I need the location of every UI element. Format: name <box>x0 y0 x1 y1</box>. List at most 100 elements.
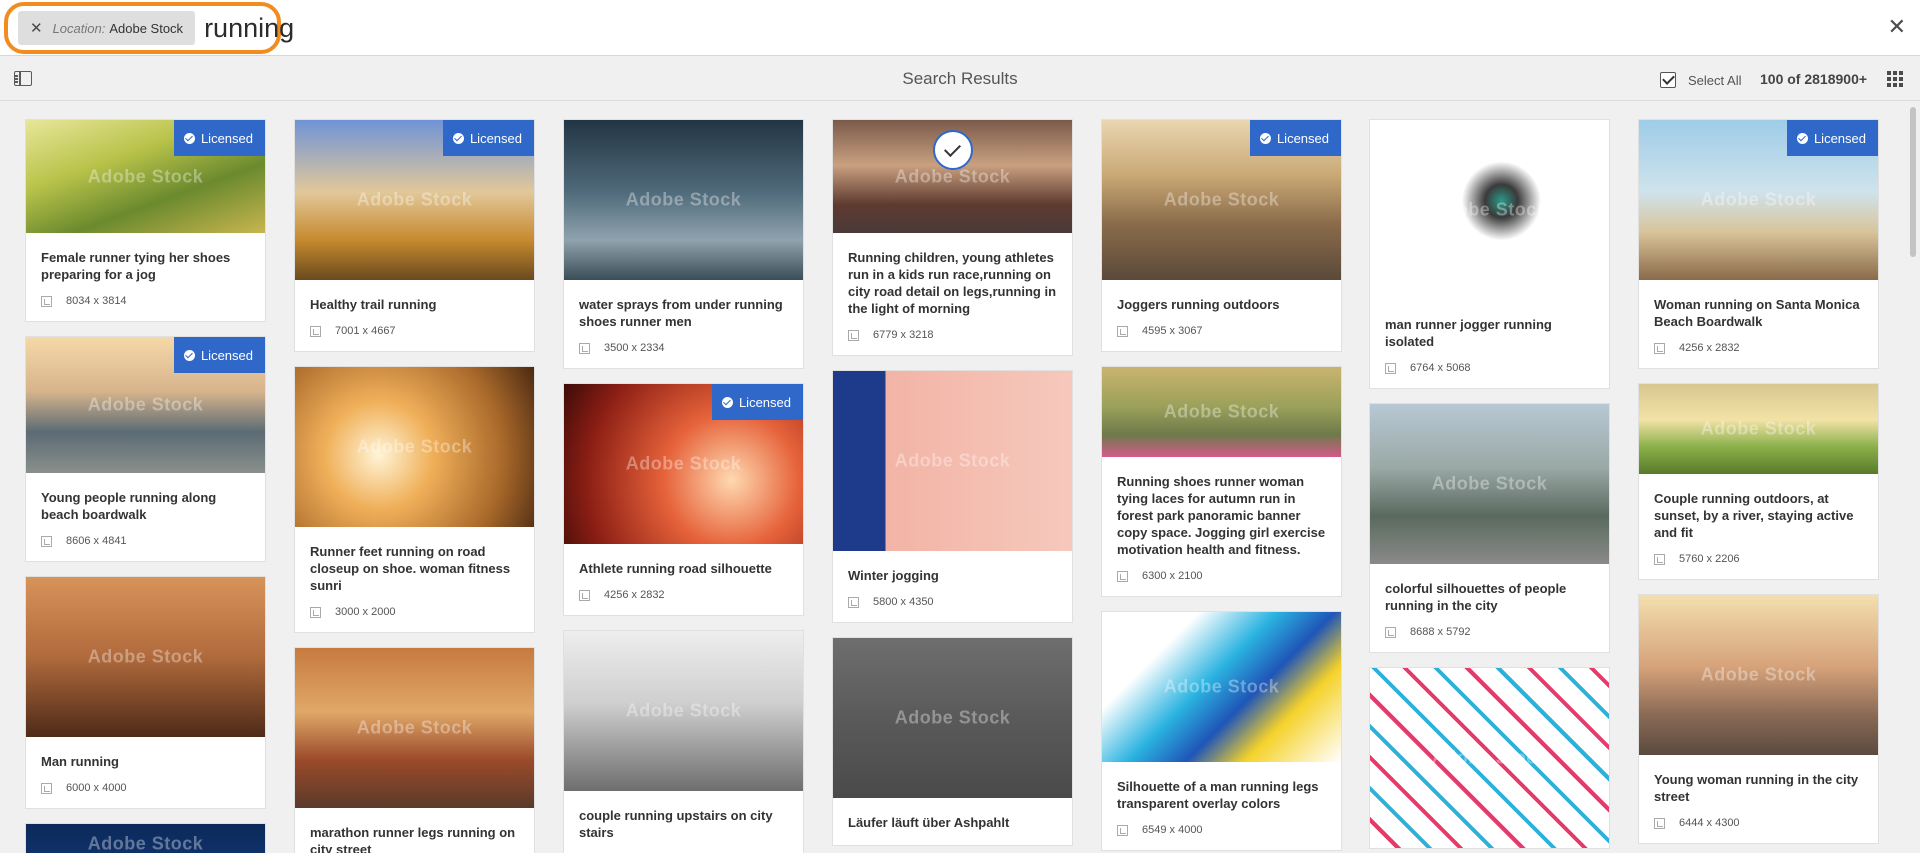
asset-thumbnail[interactable]: Adobe Stock <box>1639 595 1878 755</box>
asset-title[interactable]: Young woman running in the city street <box>1654 771 1863 805</box>
scrollbar[interactable] <box>1906 101 1920 853</box>
dimensions-icon <box>1654 342 1665 354</box>
asset-meta: Woman running on Santa Monica Beach Boar… <box>1639 280 1878 368</box>
dimensions-icon <box>41 782 52 794</box>
asset-thumbnail[interactable]: Adobe Stock <box>1639 384 1878 474</box>
watermark: Adobe Stock <box>1163 401 1280 422</box>
asset-meta: Young woman running in the city street 64… <box>1639 755 1878 843</box>
asset-title[interactable]: colorful silhouettes of people running i… <box>1385 580 1594 614</box>
asset-card[interactable]: Adobe Stock Licensed Athlete running road … <box>563 383 804 616</box>
asset-thumbnail[interactable]: Adobe Stock <box>1370 404 1609 564</box>
asset-title[interactable]: Healthy trail running <box>310 296 519 313</box>
asset-card[interactable]: Adobe Stock Silhouette of a man running l… <box>1101 611 1342 851</box>
asset-thumbnail[interactable]: Adobe Stock Licensed <box>295 120 534 280</box>
remove-filter-icon[interactable]: ✕ <box>30 19 43 37</box>
asset-thumbnail[interactable]: Adobe Stock Licensed <box>1102 120 1341 280</box>
asset-dimensions: 6000 x 4000 <box>41 782 250 794</box>
selected-checkmark-icon[interactable] <box>932 130 973 170</box>
asset-thumbnail[interactable]: Adobe Stock <box>564 120 803 280</box>
asset-thumbnail[interactable]: Adobe Stock <box>833 120 1072 233</box>
dimensions-value: 8034 x 3814 <box>66 295 127 307</box>
asset-thumbnail[interactable]: Adobe Stock Licensed <box>564 384 803 544</box>
asset-dimensions: 3500 x 2334 <box>579 342 788 354</box>
asset-title[interactable]: Runner feet running on road closeup on s… <box>310 543 519 594</box>
licensed-badge: Licensed <box>1786 120 1878 156</box>
asset-thumbnail[interactable]: Adobe Stock <box>564 631 803 791</box>
asset-title[interactable]: Couple running outdoors, at sunset, by a… <box>1654 490 1863 541</box>
asset-card[interactable]: Adobe Stock man runner jogger running iso… <box>1369 119 1610 389</box>
asset-title[interactable]: couple running upstairs on city stairs <box>579 807 788 841</box>
watermark: Adobe Stock <box>894 450 1011 471</box>
asset-card[interactable]: Adobe Stock Man running 6000 x 4000 <box>25 576 266 809</box>
asset-card[interactable]: Adobe Stock Running children, young athle… <box>832 119 1073 356</box>
asset-card[interactable]: Adobe Stock Läufer läuft über Ashpahlt <box>832 637 1073 846</box>
asset-title[interactable]: Young people running along beach boardwa… <box>41 489 250 523</box>
asset-card[interactable]: Adobe Stock couple running upstairs on ci… <box>563 630 804 853</box>
asset-meta: Runner feet running on road closeup on s… <box>295 527 534 632</box>
view-switcher-grid-icon[interactable] <box>1887 71 1903 87</box>
location-filter-tag[interactable]: ✕ Location: Adobe Stock <box>18 11 196 45</box>
asset-thumbnail[interactable]: Adobe Stock <box>295 648 534 808</box>
asset-thumbnail[interactable]: Adobe Stock <box>1102 367 1341 457</box>
scrollbar-thumb[interactable] <box>1910 107 1916 257</box>
asset-title[interactable]: Joggers running outdoors <box>1117 296 1326 313</box>
asset-card[interactable]: Adobe Stock Running shoes runner woman ty… <box>1101 366 1342 597</box>
asset-title[interactable]: Running shoes runner woman tying laces f… <box>1117 473 1326 558</box>
asset-title[interactable]: Silhouette of a man running legs transpa… <box>1117 778 1326 812</box>
dimensions-value: 5800 x 4350 <box>873 596 934 608</box>
asset-title[interactable]: Woman running on Santa Monica Beach Boar… <box>1654 296 1863 330</box>
asset-title[interactable]: Winter jogging <box>848 567 1057 584</box>
asset-thumbnail[interactable]: Adobe Stock Licensed <box>26 337 265 473</box>
asset-thumbnail[interactable]: Adobe Stock <box>1370 668 1609 848</box>
dimensions-value: 6779 x 3218 <box>873 329 934 341</box>
asset-title[interactable]: man runner jogger running isolated <box>1385 316 1594 350</box>
asset-card[interactable]: Adobe Stock Licensed Woman running on Sant… <box>1638 119 1879 369</box>
search-input[interactable]: running <box>204 13 294 44</box>
search-omnibar[interactable]: ✕ Location: Adobe Stock running <box>4 2 294 54</box>
asset-title[interactable]: Running children, young athletes run in … <box>848 249 1057 317</box>
asset-card[interactable]: Adobe Stock Winter jogging 5800 x 4350 <box>832 370 1073 623</box>
asset-card[interactable]: Adobe Stock <box>1369 667 1610 849</box>
dimensions-value: 6764 x 5068 <box>1410 362 1471 374</box>
asset-card[interactable]: Adobe Stock Licensed Healthy trail running… <box>294 119 535 352</box>
asset-title[interactable]: Female runner tying her shoes preparing … <box>41 249 250 283</box>
asset-title[interactable]: marathon runner legs running on city str… <box>310 824 519 853</box>
asset-thumbnail[interactable]: Adobe Stock <box>1102 612 1341 762</box>
asset-card[interactable]: Adobe Stock Runner feet running on road c… <box>294 366 535 633</box>
asset-card[interactable]: Adobe Stock Licensed Young people running … <box>25 336 266 562</box>
asset-thumbnail[interactable]: Adobe Stock <box>26 824 265 853</box>
asset-card[interactable]: Adobe Stock water sprays from under runni… <box>563 119 804 369</box>
asset-card[interactable]: Adobe Stock Licensed Female runner tying h… <box>25 119 266 322</box>
close-search-icon[interactable]: ✕ <box>1888 14 1906 40</box>
select-all-button[interactable]: Select All <box>1660 72 1741 88</box>
asset-thumbnail[interactable]: Adobe Stock <box>295 367 534 527</box>
asset-dimensions: 4256 x 2832 <box>1654 342 1863 354</box>
dimensions-icon <box>1385 362 1396 374</box>
select-all-checkbox-icon[interactable] <box>1660 72 1676 88</box>
asset-card[interactable]: Adobe Stock <box>25 823 266 853</box>
results-column: Adobe Stock Licensed Healthy trail running… <box>294 119 535 853</box>
asset-dimensions: 6300 x 2100 <box>1117 570 1326 582</box>
asset-thumbnail[interactable]: Adobe Stock <box>833 638 1072 798</box>
asset-title[interactable]: Man running <box>41 753 250 770</box>
asset-title[interactable]: Athlete running road silhouette <box>579 560 788 577</box>
results-column: Adobe Stock Running children, young athle… <box>832 119 1073 853</box>
asset-thumbnail[interactable]: Adobe Stock <box>833 371 1072 551</box>
asset-dimensions: 8034 x 3814 <box>41 295 250 307</box>
dimensions-icon <box>1117 824 1128 836</box>
dimensions-icon <box>579 342 590 354</box>
asset-card[interactable]: Adobe Stock Couple running outdoors, at s… <box>1638 383 1879 580</box>
asset-card[interactable]: Adobe Stock marathon runner legs running … <box>294 647 535 853</box>
asset-thumbnail[interactable]: Adobe Stock Licensed <box>1639 120 1878 280</box>
asset-card[interactable]: Adobe Stock colorful silhouettes of peopl… <box>1369 403 1610 653</box>
asset-meta: Female runner tying her shoes preparing … <box>26 233 265 321</box>
asset-card[interactable]: Adobe Stock Licensed Joggers running outdo… <box>1101 119 1342 352</box>
asset-dimensions: 7001 x 4667 <box>310 325 519 337</box>
asset-thumbnail[interactable]: Adobe Stock <box>26 577 265 737</box>
asset-thumbnail[interactable]: Adobe Stock Licensed <box>26 120 265 233</box>
asset-card[interactable]: Adobe Stock Young woman running in the ci… <box>1638 594 1879 844</box>
asset-thumbnail[interactable]: Adobe Stock <box>1370 120 1609 300</box>
asset-title[interactable]: Läufer läuft über Ashpahlt <box>848 814 1057 831</box>
licensed-label: Licensed <box>1813 130 1866 146</box>
asset-title[interactable]: water sprays from under running shoes ru… <box>579 296 788 330</box>
